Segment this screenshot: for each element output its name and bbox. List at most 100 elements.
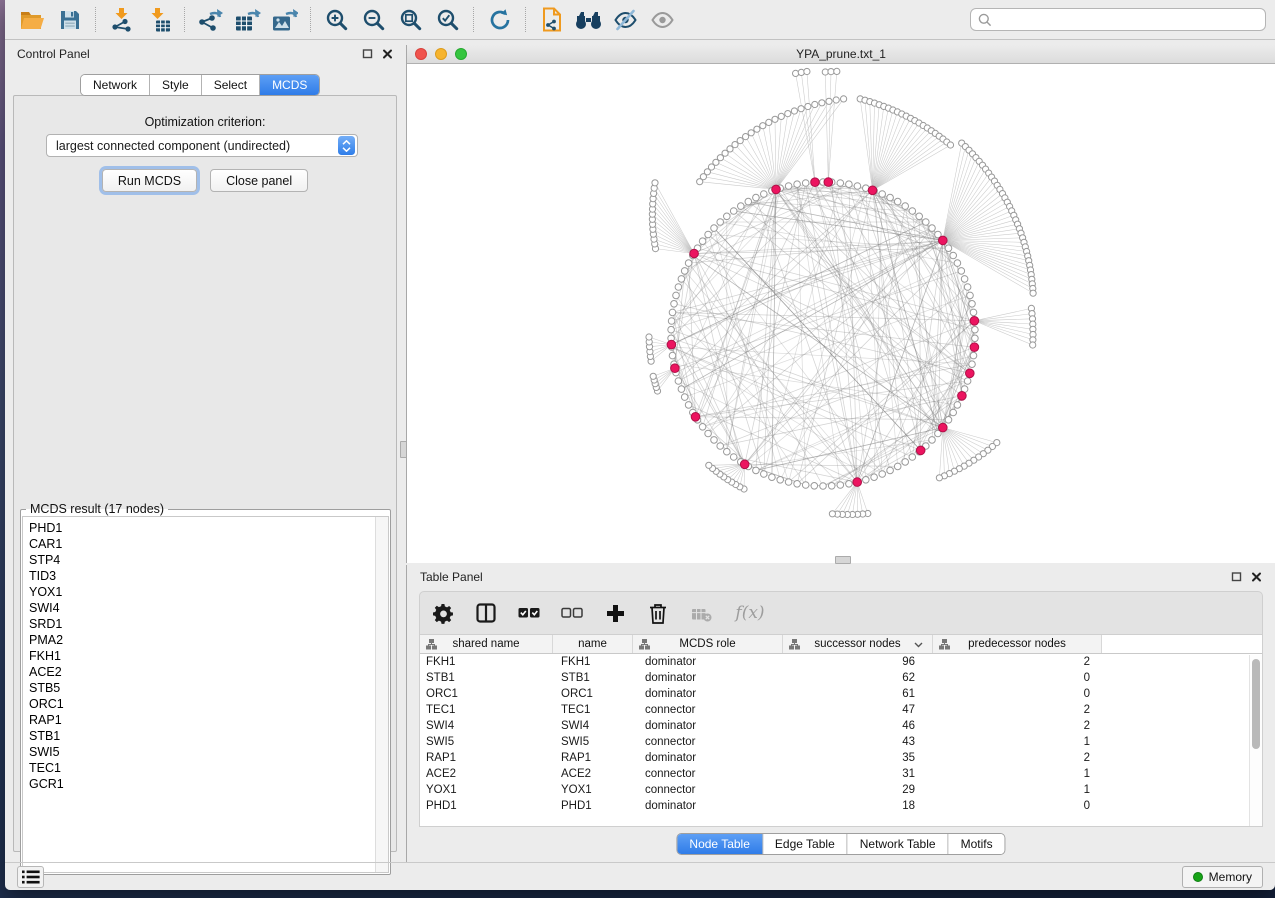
memory-button[interactable]: Memory (1182, 866, 1263, 888)
network-leaf-node[interactable] (748, 130, 754, 136)
network-node[interactable] (969, 301, 976, 308)
network-node[interactable] (964, 378, 971, 385)
network-node[interactable] (753, 194, 760, 201)
run-mcds-button[interactable]: Run MCDS (102, 169, 197, 192)
network-leaf-node[interactable] (646, 334, 652, 340)
network-leaf-node[interactable] (826, 98, 832, 104)
network-leaf-node[interactable] (1030, 342, 1036, 348)
network-node[interactable] (846, 181, 853, 188)
network-node[interactable] (902, 203, 909, 210)
mcds-result-item[interactable]: SWI5 (29, 744, 388, 760)
network-hub-node[interactable] (853, 478, 862, 487)
network-hub-node[interactable] (772, 185, 781, 194)
network-leaf-node[interactable] (754, 126, 760, 132)
network-node[interactable] (794, 181, 801, 188)
network-node[interactable] (794, 481, 801, 488)
zoom-in-button[interactable] (318, 4, 355, 36)
network-node[interactable] (724, 213, 731, 220)
network-node[interactable] (909, 208, 916, 215)
tab-network[interactable]: Network (81, 75, 150, 95)
network-node[interactable] (699, 424, 706, 431)
table-row[interactable]: PHD1PHD1dominator180 (420, 798, 1262, 814)
network-hub-node[interactable] (811, 178, 820, 187)
network-node[interactable] (705, 430, 712, 437)
column-header-predecessor-nodes[interactable]: predecessor nodes (933, 635, 1102, 653)
network-leaf-node[interactable] (706, 462, 712, 468)
network-node[interactable] (929, 225, 936, 232)
network-node[interactable] (950, 409, 957, 416)
network-node[interactable] (846, 481, 853, 488)
close-table-panel-icon[interactable] (1251, 571, 1262, 582)
network-node[interactable] (887, 467, 894, 474)
network-node[interactable] (673, 292, 680, 299)
show-column-button[interactable] (473, 600, 499, 626)
mcds-result-item[interactable]: TID3 (29, 568, 388, 584)
network-hub-node[interactable] (667, 340, 676, 349)
share-document-button[interactable] (533, 4, 570, 36)
network-node[interactable] (711, 225, 718, 232)
import-table-button[interactable] (140, 4, 177, 36)
network-node[interactable] (894, 463, 901, 470)
network-node[interactable] (854, 183, 861, 190)
network-node[interactable] (681, 394, 688, 401)
search-input[interactable] (997, 13, 1258, 27)
mcds-result-item[interactable]: GCR1 (29, 776, 388, 792)
network-leaf-node[interactable] (805, 103, 811, 109)
network-hub-node[interactable] (740, 460, 749, 469)
zoom-out-button[interactable] (355, 4, 392, 36)
network-leaf-node[interactable] (833, 97, 839, 103)
show-all-button[interactable] (644, 4, 681, 36)
table-scrollbar-thumb[interactable] (1252, 659, 1260, 749)
network-node[interactable] (967, 292, 974, 299)
network-node[interactable] (909, 454, 916, 461)
network-leaf-node[interactable] (1030, 290, 1036, 296)
list-scrollbar-track[interactable] (375, 517, 388, 872)
mcds-result-list[interactable]: PHD1CAR1STP4TID3YOX1SWI4SRD1PMA2FKH1ACE2… (22, 516, 389, 873)
mcds-result-item[interactable]: STB1 (29, 728, 388, 744)
network-node[interactable] (837, 180, 844, 187)
network-leaf-node[interactable] (819, 100, 825, 106)
mcds-result-item[interactable]: PMA2 (29, 632, 388, 648)
mcds-result-item[interactable]: YOX1 (29, 584, 388, 600)
network-leaf-node[interactable] (947, 142, 953, 148)
network-node[interactable] (954, 260, 961, 267)
mcds-result-item[interactable]: ACE2 (29, 664, 388, 680)
close-panel-icon[interactable] (382, 48, 393, 59)
zoom-selected-button[interactable] (429, 4, 466, 36)
network-leaf-node[interactable] (812, 101, 818, 107)
table-row[interactable]: ORC1ORC1dominator610 (420, 686, 1262, 702)
network-hub-node[interactable] (939, 236, 948, 245)
network-hub-node[interactable] (691, 413, 700, 422)
network-leaf-node[interactable] (652, 180, 658, 186)
network-node[interactable] (685, 402, 692, 409)
network-hub-node[interactable] (970, 343, 979, 352)
mcds-result-item[interactable]: ORC1 (29, 696, 388, 712)
tab-motifs[interactable]: Motifs (949, 834, 1005, 854)
refresh-button[interactable] (481, 4, 518, 36)
network-leaf-node[interactable] (743, 134, 749, 140)
network-node[interactable] (730, 454, 737, 461)
network-node[interactable] (811, 483, 818, 490)
delete-table-button[interactable] (688, 600, 714, 626)
network-node[interactable] (894, 198, 901, 205)
network-node[interactable] (802, 180, 809, 187)
network-leaf-node[interactable] (936, 475, 942, 481)
network-node[interactable] (717, 443, 724, 450)
network-canvas[interactable] (407, 64, 1275, 563)
mcds-result-item[interactable]: RAP1 (29, 712, 388, 728)
network-node[interactable] (820, 483, 827, 490)
network-hub-node[interactable] (916, 446, 925, 455)
mcds-result-item[interactable]: STP4 (29, 552, 388, 568)
export-image-button[interactable] (266, 4, 303, 36)
network-leaf-node[interactable] (785, 111, 791, 117)
tab-network-table[interactable]: Network Table (848, 834, 949, 854)
network-node[interactable] (711, 437, 718, 444)
import-network-button[interactable] (103, 4, 140, 36)
column-header-successor-nodes[interactable]: successor nodes (783, 635, 933, 653)
table-row[interactable]: YOX1YOX1connector291 (420, 782, 1262, 798)
network-leaf-node[interactable] (737, 138, 743, 144)
network-node[interactable] (969, 361, 976, 368)
network-node[interactable] (970, 352, 977, 359)
network-node[interactable] (871, 474, 878, 481)
network-leaf-node[interactable] (772, 116, 778, 122)
